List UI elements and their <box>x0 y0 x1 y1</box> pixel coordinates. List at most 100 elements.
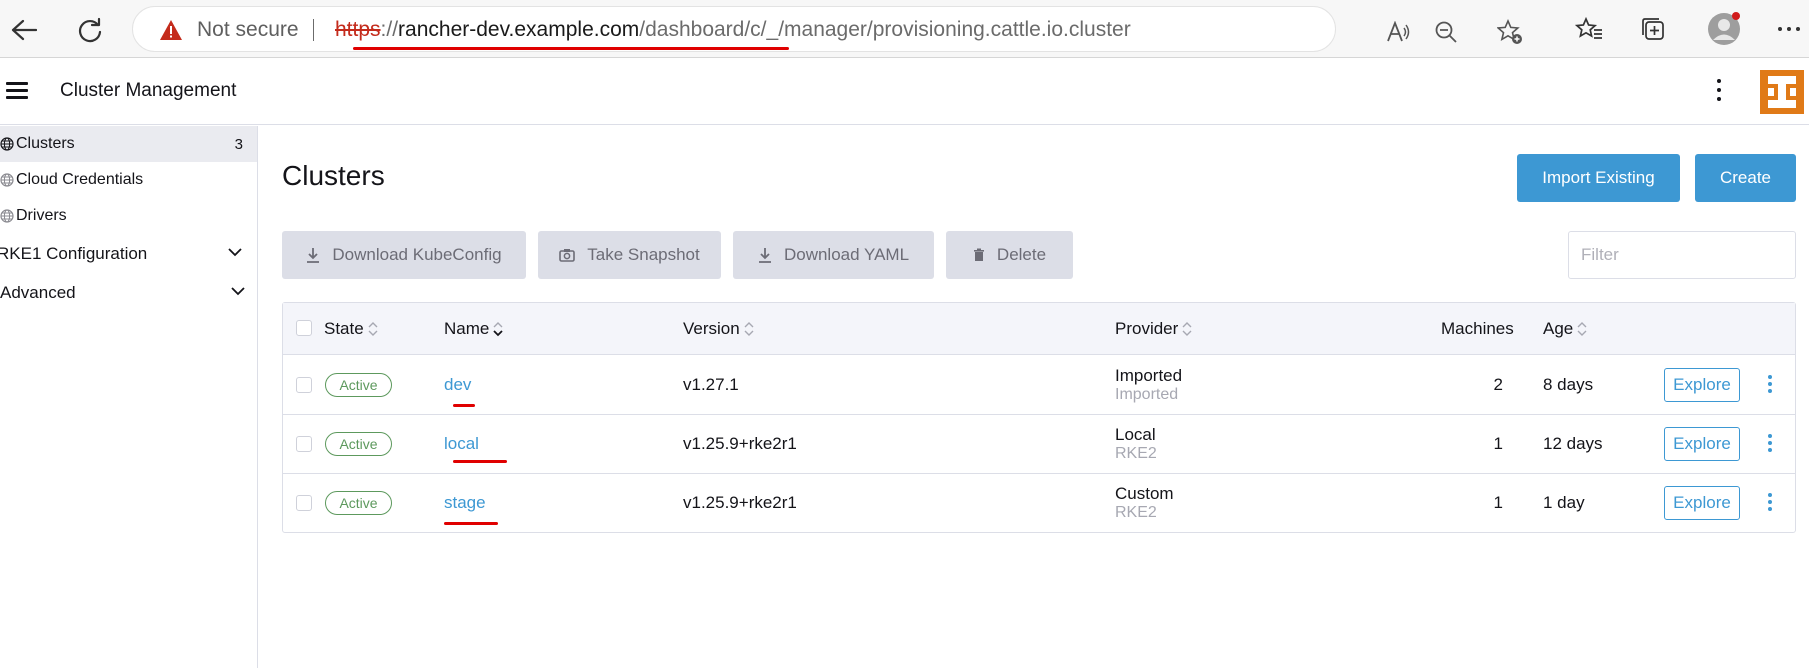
read-aloud-icon[interactable] <box>1385 19 1411 45</box>
globe-icon <box>0 137 14 151</box>
sort-icon <box>1182 321 1192 337</box>
refresh-icon <box>78 17 102 43</box>
sidebar-item-cloud-credentials[interactable]: Cloud Credentials <box>0 162 257 198</box>
cluster-age: 8 days <box>1543 375 1594 394</box>
header-kebab-icon[interactable] <box>1714 79 1724 105</box>
annotation-underline <box>353 47 789 50</box>
provider-name: Custom <box>1115 484 1174 503</box>
column-header-name[interactable]: Name <box>444 319 503 339</box>
select-all-checkbox[interactable] <box>296 320 312 336</box>
warning-icon[interactable] <box>159 19 183 46</box>
cluster-name-link[interactable]: local <box>444 434 479 454</box>
column-label: Machines <box>1441 319 1514 338</box>
sidebar-group-advanced[interactable]: Advanced <box>0 275 257 311</box>
annotation-underline <box>444 522 498 525</box>
rancher-logo[interactable] <box>1760 70 1804 114</box>
address-bar[interactable]: Not secure https://rancher-dev.example.c… <box>132 6 1522 52</box>
cluster-version: v1.25.9+rke2r1 <box>683 434 797 453</box>
cluster-name-link[interactable]: stage <box>444 493 486 513</box>
cluster-age: 1 day <box>1543 493 1585 512</box>
clusters-table: State Name Version Provider Machines Age… <box>282 302 1796 533</box>
download-kubeconfig-button[interactable]: Download KubeConfig <box>282 231 526 279</box>
machine-count: 1 <box>1493 434 1503 453</box>
table-row[interactable]: Active local v1.25.9+rke2r1 Local RKE2 1… <box>283 415 1795 474</box>
cluster-age: 12 days <box>1543 434 1603 453</box>
more-options-icon[interactable] <box>1774 14 1804 44</box>
zoom-out-icon[interactable] <box>1433 19 1459 45</box>
column-label: Version <box>683 319 740 338</box>
address-divider <box>313 19 314 41</box>
row-actions-kebab-icon[interactable] <box>1767 375 1773 397</box>
url-path: /dashboard/c/_/manager/provisioning.catt… <box>639 18 1131 41</box>
globe-icon <box>0 173 14 187</box>
create-button[interactable]: Create <box>1695 154 1796 202</box>
sidebar-item-clusters[interactable]: Clusters 3 <box>0 126 257 162</box>
import-existing-button[interactable]: Import Existing <box>1517 154 1680 202</box>
column-label: Name <box>444 319 490 338</box>
column-header-provider[interactable]: Provider <box>1115 319 1192 339</box>
annotation-underline <box>453 404 475 407</box>
sidebar-item-label: Clusters <box>16 135 75 152</box>
chevron-down-icon <box>231 287 245 296</box>
url-host: rancher-dev.example.com <box>398 18 640 41</box>
sidebar-group-rke1-configuration[interactable]: RKE1 Configuration <box>0 236 254 272</box>
download-icon <box>758 247 772 263</box>
camera-icon <box>559 248 576 262</box>
browser-toolbar: Not secure https://rancher-dev.example.c… <box>0 0 1809 58</box>
column-label: Age <box>1543 319 1574 338</box>
status-badge: Active <box>325 373 392 397</box>
globe-icon <box>0 209 14 223</box>
cluster-count: 3 <box>234 135 243 153</box>
sidebar-item-label: Drivers <box>16 207 67 224</box>
row-actions-kebab-icon[interactable] <box>1767 434 1773 456</box>
explore-button[interactable]: Explore <box>1664 368 1740 402</box>
button-label: Delete <box>996 245 1047 264</box>
security-status[interactable]: Not secure <box>197 18 299 42</box>
table-row[interactable]: Active dev v1.27.1 Imported Imported 2 8… <box>283 356 1795 415</box>
filter-input[interactable] <box>1568 231 1796 279</box>
sort-icon <box>368 321 378 337</box>
provider-type: RKE2 <box>1115 504 1157 521</box>
provider-type: Imported <box>1115 386 1179 403</box>
row-checkbox[interactable] <box>296 436 312 452</box>
explore-button[interactable]: Explore <box>1664 427 1740 461</box>
column-header-state[interactable]: State <box>324 319 378 339</box>
app-header: Cluster Management <box>0 59 1809 125</box>
collections-icon[interactable] <box>1638 14 1668 44</box>
profile-avatar[interactable] <box>1706 11 1742 47</box>
hamburger-menu-icon[interactable] <box>6 82 28 100</box>
cluster-name-link[interactable]: dev <box>444 375 471 395</box>
download-yaml-button[interactable]: Download YAML <box>733 231 934 279</box>
column-header-machines[interactable]: Machines <box>1441 319 1514 339</box>
table-row[interactable]: Active stage v1.25.9+rke2r1 Custom RKE2 … <box>283 474 1795 533</box>
chevron-down-icon <box>228 248 242 257</box>
row-checkbox[interactable] <box>296 495 312 511</box>
explore-button[interactable]: Explore <box>1664 486 1740 520</box>
delete-button[interactable]: Delete <box>946 231 1073 279</box>
sidebar-item-drivers[interactable]: Drivers <box>0 198 257 234</box>
table-header: State Name Version Provider Machines Age <box>283 303 1795 355</box>
url-text[interactable]: https://rancher-dev.example.com/dashboar… <box>335 18 1131 42</box>
row-actions-kebab-icon[interactable] <box>1767 493 1773 515</box>
download-icon <box>306 247 320 263</box>
annotation-underline <box>453 460 507 463</box>
back-button[interactable] <box>6 12 42 48</box>
refresh-button[interactable] <box>72 12 108 48</box>
row-checkbox[interactable] <box>296 377 312 393</box>
status-badge: Active <box>325 432 392 456</box>
provider-name: Imported <box>1115 366 1183 385</box>
sidebar: Clusters 3 Cloud Credentials Drivers RKE… <box>0 126 258 668</box>
sidebar-group-label: RKE1 Configuration <box>0 244 148 263</box>
column-header-version[interactable]: Version <box>683 319 754 339</box>
sidebar-group-label: Advanced <box>0 283 76 302</box>
take-snapshot-button[interactable]: Take Snapshot <box>538 231 721 279</box>
back-arrow-icon <box>11 19 37 41</box>
provider-type: RKE2 <box>1115 445 1157 462</box>
sort-icon <box>1577 321 1587 337</box>
button-label: Download YAML <box>783 245 910 264</box>
cluster-version: v1.25.9+rke2r1 <box>683 493 797 512</box>
add-favorite-icon[interactable] <box>1497 19 1523 45</box>
column-header-age[interactable]: Age <box>1543 319 1587 339</box>
machine-count: 2 <box>1493 375 1503 394</box>
favorites-icon[interactable] <box>1574 14 1604 44</box>
